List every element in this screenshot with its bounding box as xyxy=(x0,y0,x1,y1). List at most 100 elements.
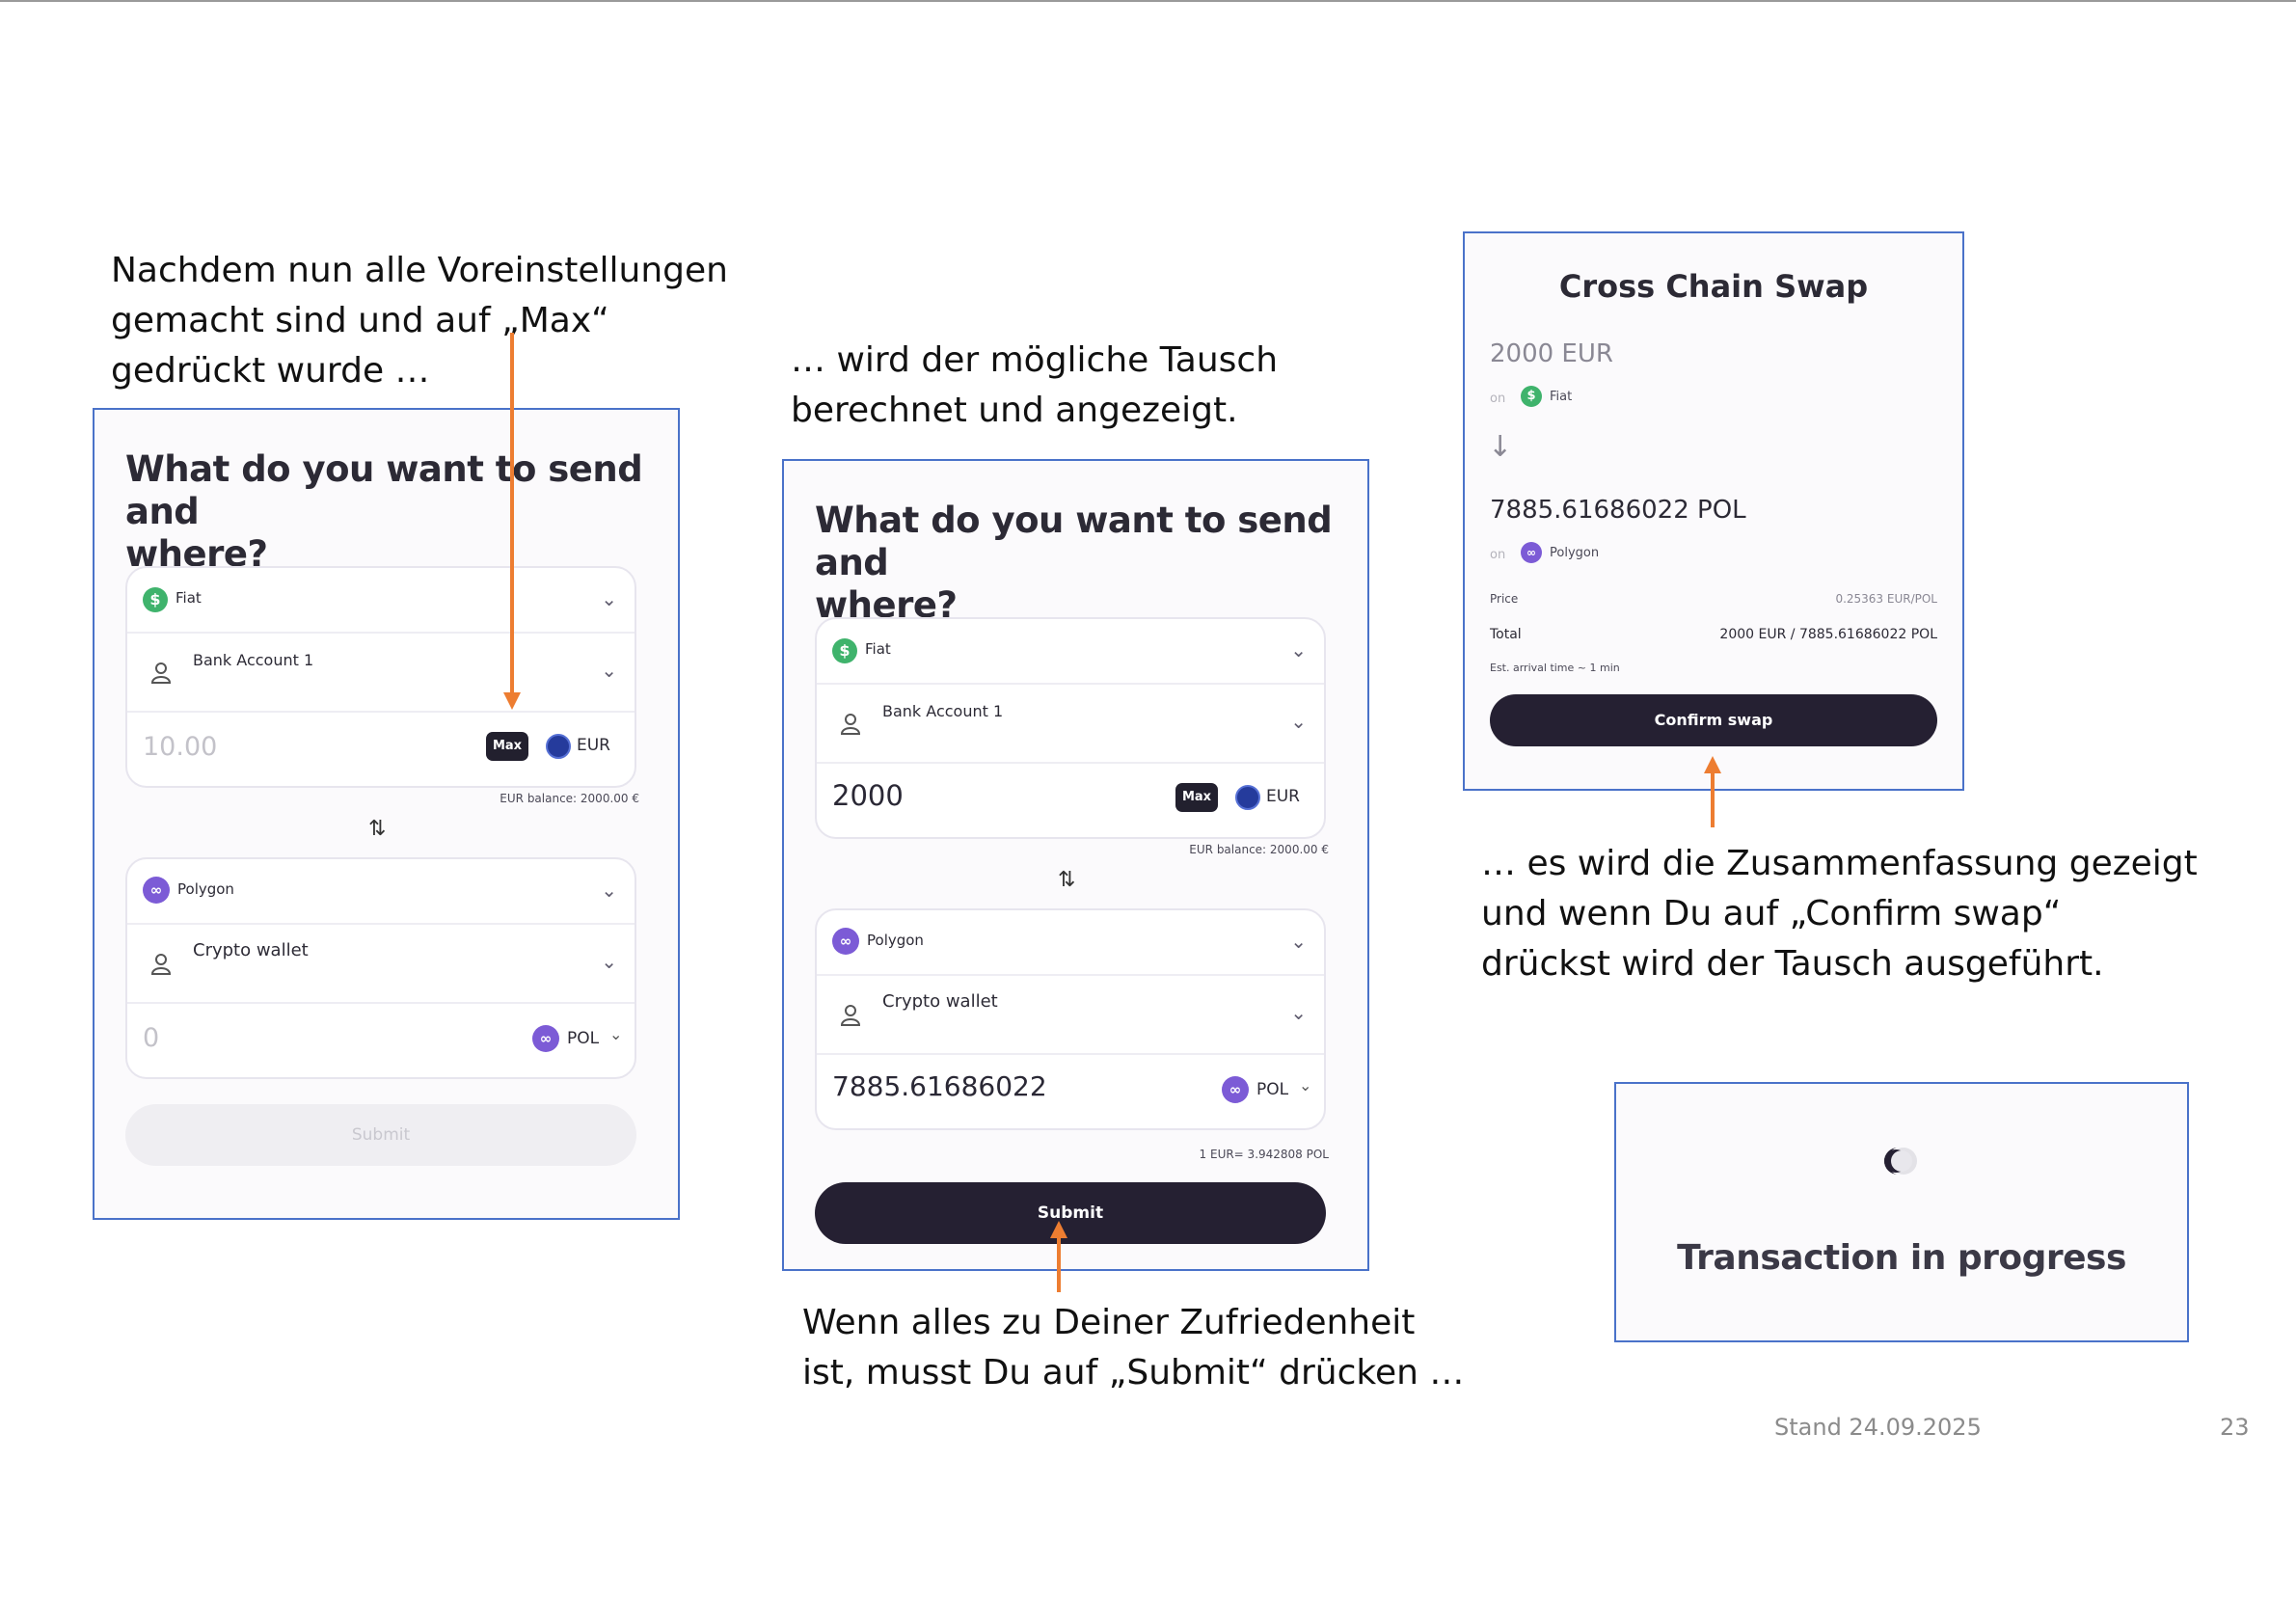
total-value: 2000 EUR / 7885.61686022 POL xyxy=(1719,627,1937,642)
to-account-label: Crypto wallet xyxy=(193,940,309,960)
loading-spinner-icon xyxy=(1884,1148,1917,1175)
pointer-arrowhead-max xyxy=(503,692,521,710)
eta-text: Est. arrival time ~ 1 min xyxy=(1490,662,1620,674)
person-icon xyxy=(840,1005,861,1026)
form-title: What do you want to send and where? xyxy=(815,500,1367,627)
caption-step4-line2: und wenn Du auf „Confirm swap“ xyxy=(1481,894,2062,933)
polygon-coin-icon: ∞ xyxy=(832,928,859,955)
form-title-line1: What do you want to send and xyxy=(815,500,1333,583)
on-label: on xyxy=(1490,548,1506,562)
pointer-arrow-max xyxy=(510,333,514,695)
caption-step2-line2: berechnet und angezeigt. xyxy=(791,391,1238,430)
to-account-select[interactable]: Crypto wallet ⌄ xyxy=(127,925,635,1002)
chevron-down-icon: ⌄ xyxy=(601,587,617,610)
eur-coin-icon xyxy=(546,734,571,759)
to-network-select[interactable]: ∞ Polygon ⌄ xyxy=(127,859,635,923)
caption-step2-line1: … wird der mögliche Tausch xyxy=(791,340,1279,380)
pointer-arrow-submit xyxy=(1057,1236,1061,1292)
to-group: ∞ Polygon ⌄ Crypto wallet ⌄ 7885.6168602… xyxy=(815,908,1326,1130)
caption-step1-line1: Nachdem nun alle Voreinstellungen xyxy=(111,251,728,290)
fiat-coin-icon: $ xyxy=(1521,386,1542,407)
chevron-down-icon: ⌄ xyxy=(1290,710,1307,733)
max-button[interactable]: Max xyxy=(486,732,528,761)
amount-input[interactable]: 2000 xyxy=(832,779,904,812)
price-value: 0.25363 EUR/POL xyxy=(1835,592,1937,606)
caption-step4: … es wird die Zusammenfassung gezeigt un… xyxy=(1481,839,2198,989)
to-amount: 7885.61686022 POL xyxy=(1490,496,1746,525)
polygon-coin-icon: ∞ xyxy=(143,877,170,904)
cross-chain-swap-summary: Cross Chain Swap 2000 EUR on $ Fiat ↓ 78… xyxy=(1463,231,1964,791)
divider xyxy=(127,711,635,713)
fiat-coin-icon: $ xyxy=(832,638,857,663)
footer-date: Stand 24.09.2025 xyxy=(1774,1414,1982,1441)
exchange-rate-text: 1 EUR= 3.942808 POL xyxy=(1199,1148,1329,1161)
arrow-down-icon: ↓ xyxy=(1488,430,1513,464)
to-network-label: Polygon xyxy=(177,880,234,898)
progress-text: Transaction in progress xyxy=(1677,1238,2126,1278)
from-network-select[interactable]: $ Fiat ⌄ xyxy=(817,619,1324,683)
from-currency-label: EUR xyxy=(577,736,610,755)
to-network-select[interactable]: ∞ Polygon ⌄ xyxy=(817,910,1324,974)
form-title-line1: What do you want to send and xyxy=(125,448,643,532)
amount-input[interactable]: 10.00 xyxy=(143,732,217,762)
to-network-label: Polygon xyxy=(867,932,924,949)
pointer-arrow-confirm xyxy=(1711,771,1715,827)
to-currency-select[interactable]: POL xyxy=(567,1029,599,1048)
confirm-swap-button[interactable]: Confirm swap xyxy=(1490,694,1937,746)
on-label: on xyxy=(1490,392,1506,406)
transaction-progress-panel: Transaction in progress xyxy=(1614,1082,2189,1342)
polygon-coin-icon: ∞ xyxy=(1521,542,1542,563)
caption-step1-line2: gemacht sind und auf „Max“ xyxy=(111,301,609,340)
person-icon xyxy=(150,662,172,684)
from-network-select[interactable]: $ Fiat ⌄ xyxy=(127,568,635,632)
from-network-label: Fiat xyxy=(865,640,891,658)
total-label: Total xyxy=(1490,627,1522,642)
swap-direction-icon[interactable]: ⇅ xyxy=(1058,868,1075,892)
caption-step4-line3: drückst wird der Tausch ausgeführt. xyxy=(1481,944,2104,984)
swap-direction-icon[interactable]: ⇅ xyxy=(368,817,386,841)
pointer-arrowhead-submit xyxy=(1050,1221,1067,1238)
from-account-select[interactable]: Bank Account 1 ⌄ xyxy=(817,685,1324,762)
from-account-select[interactable]: Bank Account 1 ⌄ xyxy=(127,634,635,711)
caption-step4-line1: … es wird die Zusammenfassung gezeigt xyxy=(1481,844,2198,883)
chevron-down-icon: ⌄ xyxy=(609,1025,623,1043)
eur-coin-icon xyxy=(1235,785,1260,810)
from-amount: 2000 EUR xyxy=(1490,339,1613,368)
polygon-coin-icon: ∞ xyxy=(532,1025,559,1052)
to-currency-select[interactable]: POL xyxy=(1256,1080,1288,1099)
max-button[interactable]: Max xyxy=(1175,783,1218,812)
to-amount-output: 7885.61686022 xyxy=(832,1070,1047,1102)
caption-step1-line3: gedrückt wurde … xyxy=(111,351,430,391)
to-group: ∞ Polygon ⌄ Crypto wallet ⌄ 0 ∞ POL ⌄ xyxy=(125,857,636,1079)
chevron-down-icon: ⌄ xyxy=(1290,930,1307,953)
chevron-down-icon: ⌄ xyxy=(1290,1001,1307,1024)
swap-title: Cross Chain Swap xyxy=(1558,268,1869,305)
caption-step3-line2: ist, musst Du auf „Submit“ drücken … xyxy=(802,1353,1465,1392)
top-rule xyxy=(0,0,2296,2)
send-form-calculated: What do you want to send and where? $ Fi… xyxy=(782,459,1369,1271)
balance-text: EUR balance: 2000.00 € xyxy=(500,792,639,805)
from-group: $ Fiat ⌄ Bank Account 1 ⌄ 2000 Max EUR xyxy=(815,617,1326,839)
submit-button[interactable]: Submit xyxy=(125,1104,636,1166)
submit-button[interactable]: Submit xyxy=(815,1182,1326,1244)
send-form-initial: What do you want to send and where? $ Fi… xyxy=(93,408,680,1220)
from-network-label: Fiat xyxy=(176,589,202,607)
divider xyxy=(127,1002,635,1004)
caption-step3: Wenn alles zu Deiner Zufriedenheit ist, … xyxy=(802,1298,1464,1398)
divider xyxy=(817,762,1324,764)
polygon-coin-icon: ∞ xyxy=(1222,1076,1249,1103)
caption-step3-line1: Wenn alles zu Deiner Zufriedenheit xyxy=(802,1303,1416,1342)
from-group: $ Fiat ⌄ Bank Account 1 ⌄ 10.00 Max EUR xyxy=(125,566,636,788)
chevron-down-icon: ⌄ xyxy=(601,659,617,682)
caption-step2: … wird der mögliche Tausch berechnet und… xyxy=(791,336,1278,436)
divider xyxy=(817,1053,1324,1055)
page-number: 23 xyxy=(2220,1414,2250,1441)
chevron-down-icon: ⌄ xyxy=(601,879,617,902)
to-account-select[interactable]: Crypto wallet ⌄ xyxy=(817,976,1324,1053)
chevron-down-icon: ⌄ xyxy=(1290,638,1307,662)
person-icon xyxy=(840,714,861,735)
to-account-label: Crypto wallet xyxy=(882,991,998,1012)
fiat-coin-icon: $ xyxy=(143,587,168,612)
from-account-label: Bank Account 1 xyxy=(882,702,1004,720)
from-currency-label: EUR xyxy=(1266,787,1300,806)
